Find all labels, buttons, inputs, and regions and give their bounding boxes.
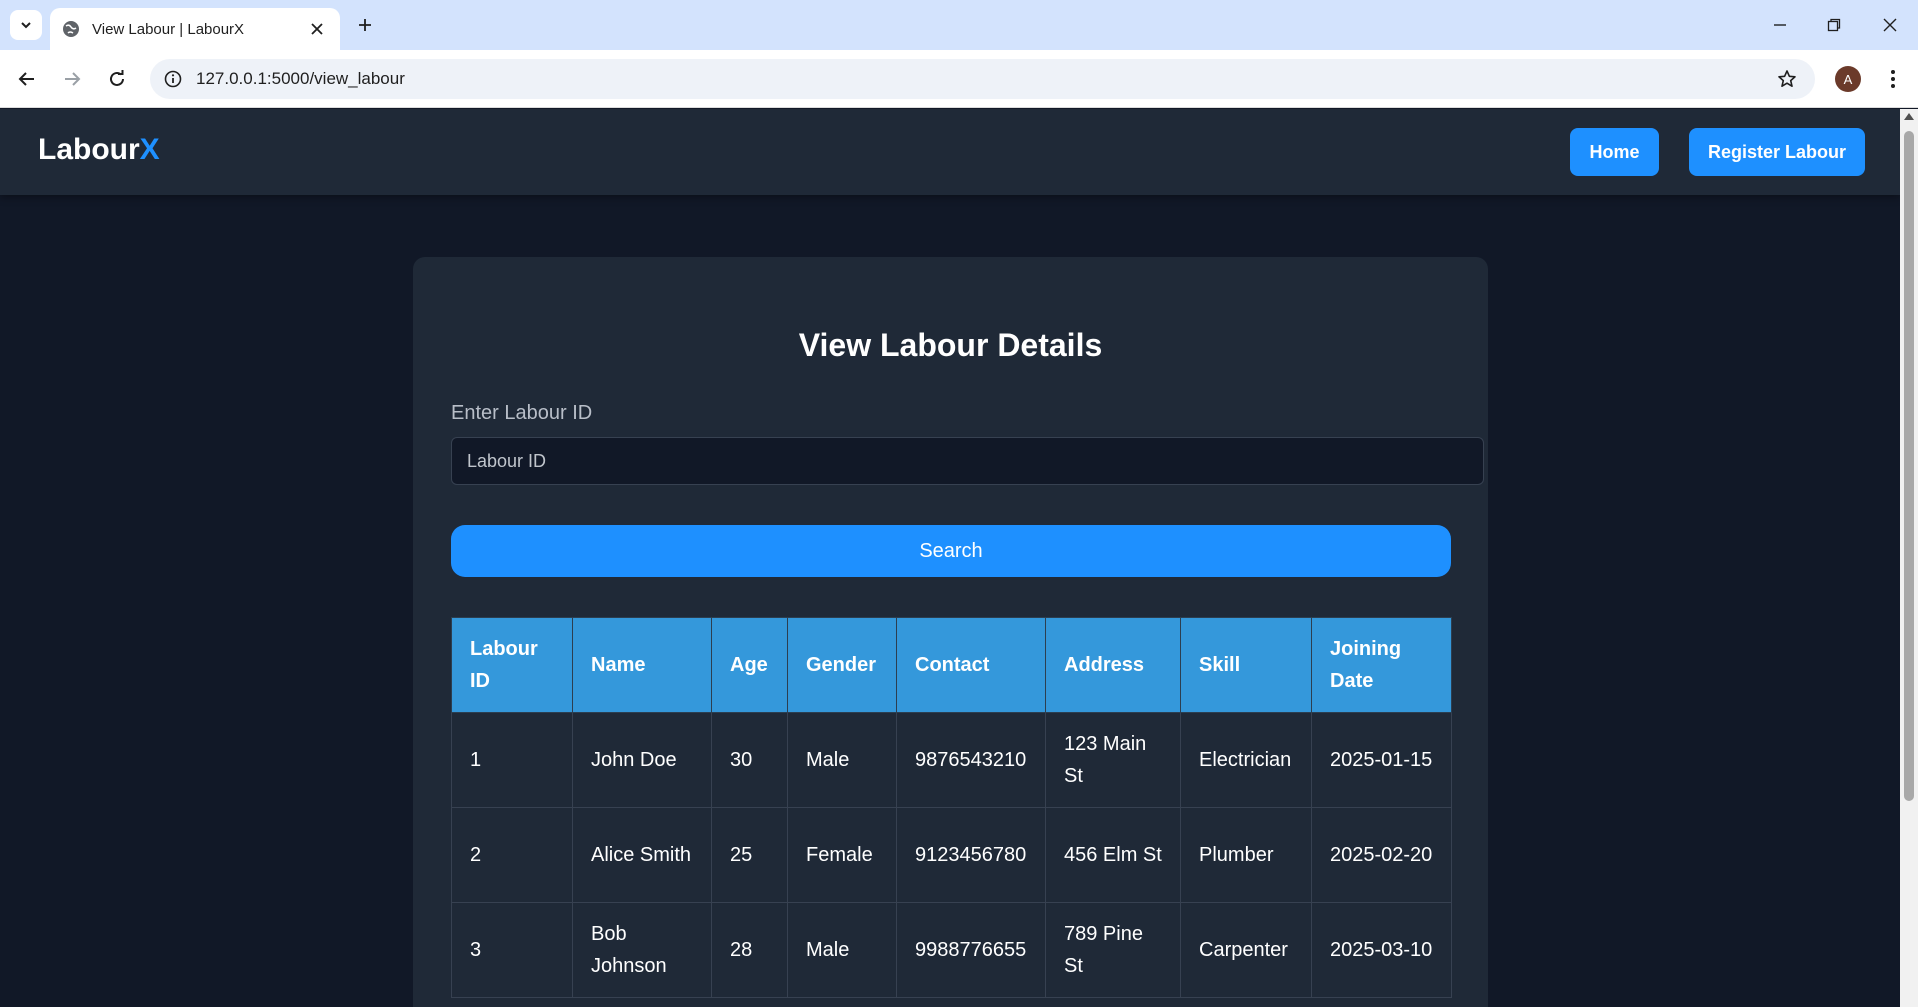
browser-tab-active[interactable]: View Labour | LabourX <box>50 8 340 50</box>
globe-icon <box>62 20 80 38</box>
minimize-icon[interactable] <box>1760 10 1800 40</box>
table-cell: Carpenter <box>1180 902 1312 998</box>
table-cell: 456 Elm St <box>1045 807 1181 903</box>
more-menu-icon[interactable] <box>1880 64 1906 94</box>
column-header: Name <box>572 617 712 713</box>
table-row: 1 John Doe 30 Male 9876543210 123 Main S… <box>451 712 1452 808</box>
table-cell: 2025-03-10 <box>1311 902 1452 998</box>
tab-title: View Labour | LabourX <box>92 20 245 38</box>
labour-id-label: Enter Labour ID <box>451 402 593 424</box>
table-cell: 3 <box>451 902 573 998</box>
browser-toolbar: 127.0.0.1:5000/view_labour <box>0 50 1918 108</box>
table-cell: 789 Pine St <box>1045 902 1181 998</box>
logo[interactable]: LabourX <box>38 133 160 167</box>
chevron-down-icon <box>21 22 31 29</box>
site-info-icon[interactable] <box>162 68 184 90</box>
page-viewport: LabourX Home Register Labour View Labour… <box>0 109 1900 1007</box>
page-title: View Labour Details <box>798 327 1103 363</box>
site-navbar: LabourX Home Register Labour <box>0 109 1900 195</box>
table-cell: 123 Main St <box>1045 712 1181 808</box>
browser-tabstrip: View Labour | LabourX <box>0 0 1918 50</box>
column-header: Skill <box>1180 617 1312 713</box>
table-cell: 9988776655 <box>896 902 1046 998</box>
home-button[interactable]: Home <box>1570 128 1659 176</box>
new-tab-plus-icon[interactable] <box>352 12 378 38</box>
table-cell: Electrician <box>1180 712 1312 808</box>
logo-accent: X <box>139 133 160 166</box>
table-cell: 1 <box>451 712 573 808</box>
table-cell: Female <box>787 807 897 903</box>
search-button[interactable]: Search <box>451 525 1451 577</box>
labour-table-wrapper: Labour ID Name Age Gender Contact Addres… <box>451 617 1452 998</box>
table-cell: 30 <box>711 712 788 808</box>
window-close-icon[interactable] <box>1870 10 1910 40</box>
restore-icon[interactable] <box>1814 10 1854 40</box>
scroll-thumb[interactable] <box>1904 131 1914 801</box>
scroll-up-arrow-icon[interactable] <box>1904 113 1914 120</box>
column-header: Address <box>1045 617 1181 713</box>
table-row: 3 Bob Johnson 28 Male 9988776655 789 Pin… <box>451 902 1452 998</box>
table-cell: 2025-02-20 <box>1311 807 1452 903</box>
page-scrollbar[interactable] <box>1900 109 1918 1007</box>
column-header: Joining Date <box>1311 617 1452 713</box>
column-header: Age <box>711 617 788 713</box>
table-cell: 9123456780 <box>896 807 1046 903</box>
table-cell: Alice Smith <box>572 807 712 903</box>
table-row: 2 Alice Smith 25 Female 9123456780 456 E… <box>451 807 1452 903</box>
table-cell: 9876543210 <box>896 712 1046 808</box>
logo-text: Labour <box>38 133 140 166</box>
url-text: 127.0.0.1:5000/view_labour <box>196 69 405 88</box>
profile-avatar[interactable]: A <box>1835 66 1861 92</box>
back-arrow-icon[interactable] <box>12 64 42 94</box>
tab-search-button[interactable] <box>10 10 42 40</box>
table-cell: John Doe <box>572 712 712 808</box>
view-labour-card: View Labour Details Enter Labour ID Sear… <box>413 257 1488 1007</box>
table-cell: 25 <box>711 807 788 903</box>
column-header: Labour ID <box>451 617 573 713</box>
close-icon[interactable] <box>306 18 328 40</box>
forward-arrow-icon[interactable] <box>57 64 87 94</box>
column-header: Gender <box>787 617 897 713</box>
table-cell: 28 <box>711 902 788 998</box>
table-cell: Male <box>787 902 897 998</box>
table-cell: Plumber <box>1180 807 1312 903</box>
bookmark-star-icon[interactable] <box>1773 65 1801 93</box>
address-bar[interactable]: 127.0.0.1:5000/view_labour <box>150 59 1815 99</box>
labour-table: Labour ID Name Age Gender Contact Addres… <box>451 617 1452 998</box>
reload-icon[interactable] <box>102 64 132 94</box>
table-cell: Male <box>787 712 897 808</box>
table-cell: 2 <box>451 807 573 903</box>
labour-id-input[interactable] <box>451 437 1484 485</box>
column-header: Contact <box>896 617 1046 713</box>
table-cell: 2025-01-15 <box>1311 712 1452 808</box>
table-cell: Bob Johnson <box>572 902 712 998</box>
register-labour-button[interactable]: Register Labour <box>1689 128 1865 176</box>
table-header-row: Labour ID Name Age Gender Contact Addres… <box>451 617 1452 713</box>
